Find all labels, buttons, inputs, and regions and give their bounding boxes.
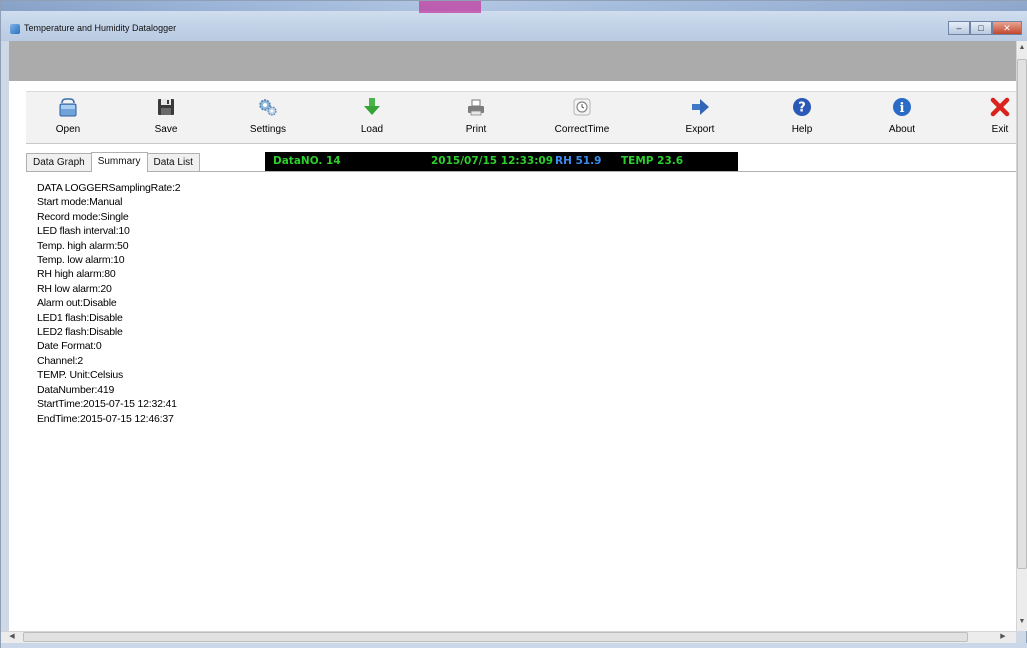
tab-summary[interactable]: Summary — [90, 152, 148, 172]
summary-line: Start mode:Manual — [37, 196, 123, 209]
tab-divider — [26, 171, 1016, 172]
scroll-up-arrow[interactable]: ▲ — [1017, 41, 1027, 55]
client-area: Open Save Settings Load Print CorrectTim… — [9, 81, 1016, 632]
about-button[interactable]: i About — [872, 96, 932, 142]
summary-line: Channel:2 — [37, 354, 84, 367]
close-button[interactable]: ✕ — [992, 21, 1022, 35]
red-x-icon — [990, 97, 1010, 117]
floppy-disk-icon — [158, 99, 174, 115]
correcttime-button[interactable]: CorrectTime — [552, 96, 612, 142]
save-button[interactable]: Save — [136, 96, 196, 142]
tab-data-list[interactable]: Data List — [146, 153, 200, 172]
svg-text:?: ? — [798, 101, 806, 116]
summary-line: StartTime:2015-07-15 12:32:41 — [37, 398, 177, 411]
scroll-right-arrow[interactable]: ▶ — [996, 631, 1010, 643]
svg-text:i: i — [900, 101, 905, 116]
help-button[interactable]: ? Help — [772, 96, 832, 142]
tab-data-graph[interactable]: Data Graph — [26, 153, 92, 172]
vertical-scroll-thumb[interactable] — [1017, 59, 1027, 569]
help-label: Help — [791, 124, 813, 135]
right-arrow-icon — [692, 99, 709, 115]
live-status-bar: DataNO. 14 2015/07/15 12:33:09 RH 51.9 T… — [265, 152, 738, 171]
summary-text: DATA LOGGERSamplingRate:2 Start mode:Manu… — [37, 181, 181, 426]
toolbar: Open Save Settings Load Print CorrectTim… — [26, 91, 1016, 144]
summary-line: RH low alarm:20 — [37, 282, 112, 295]
printer-icon — [468, 99, 484, 116]
load-label: Load — [360, 124, 384, 135]
download-arrow-icon — [364, 98, 380, 115]
tab-strip: Data Graph Summary Data List — [26, 152, 200, 172]
summary-line: TEMP. Unit:Celsius — [37, 369, 124, 382]
status-rh: RH 51.9 — [555, 155, 602, 167]
summary-line: Date Format:0 — [37, 340, 102, 353]
status-datetime: 2015/07/15 12:33:09 — [431, 155, 554, 167]
summary-line: Temp. high alarm:50 — [37, 239, 129, 252]
print-button[interactable]: Print — [446, 96, 506, 142]
open-label: Open — [55, 124, 81, 135]
info-icon: i — [893, 98, 911, 116]
status-temp: TEMP 23.6 — [621, 155, 684, 167]
background-taskbar-strip — [1, 1, 1027, 11]
summary-line: DataNumber:419 — [37, 383, 115, 396]
window-controls: – □ ✕ — [948, 21, 1022, 35]
scroll-left-arrow[interactable]: ◀ — [5, 631, 19, 643]
summary-line: Record mode:Single — [37, 210, 129, 223]
summary-line: EndTime:2015-07-15 12:46:37 — [37, 412, 174, 425]
save-label: Save — [154, 124, 178, 135]
summary-line: LED2 flash:Disable — [37, 326, 123, 339]
window-title: Temperature and Humidity Datalogger — [24, 23, 177, 33]
summary-line: DATA LOGGERSamplingRate:2 — [37, 182, 181, 194]
menu-area — [9, 41, 1016, 81]
settings-label: Settings — [249, 124, 287, 135]
background-accent-strip — [419, 1, 481, 13]
settings-button[interactable]: Settings — [238, 96, 298, 142]
print-label: Print — [465, 124, 487, 135]
help-icon: ? — [793, 98, 811, 116]
window-bottom-edge — [1, 643, 1027, 648]
scroll-down-arrow[interactable]: ▼ — [1017, 615, 1027, 629]
status-data-number: DataNO. 14 — [273, 155, 341, 167]
gears-icon — [259, 99, 277, 116]
about-label: About — [888, 124, 916, 135]
app-icon — [10, 24, 20, 34]
clock-icon — [573, 98, 591, 116]
folder-open-icon — [59, 98, 77, 117]
summary-line: LED1 flash:Disable — [37, 311, 123, 324]
correcttime-label: CorrectTime — [554, 124, 610, 135]
summary-line: Alarm out:Disable — [37, 297, 117, 310]
minimize-button[interactable]: – — [948, 21, 970, 35]
horizontal-scroll-thumb[interactable] — [23, 632, 968, 642]
app-window: Temperature and Humidity Datalogger – □ … — [0, 0, 1027, 648]
open-button[interactable]: Open — [38, 96, 98, 142]
export-button[interactable]: Export — [670, 96, 730, 142]
export-label: Export — [685, 124, 715, 135]
maximize-button[interactable]: □ — [970, 21, 992, 35]
summary-line: RH high alarm:80 — [37, 268, 116, 281]
summary-line: LED flash interval:10 — [37, 225, 130, 238]
load-button[interactable]: Load — [342, 96, 402, 142]
summary-line: Temp. low alarm:10 — [37, 254, 125, 267]
title-bar[interactable]: Temperature and Humidity Datalogger – □ … — [1, 1, 1027, 41]
